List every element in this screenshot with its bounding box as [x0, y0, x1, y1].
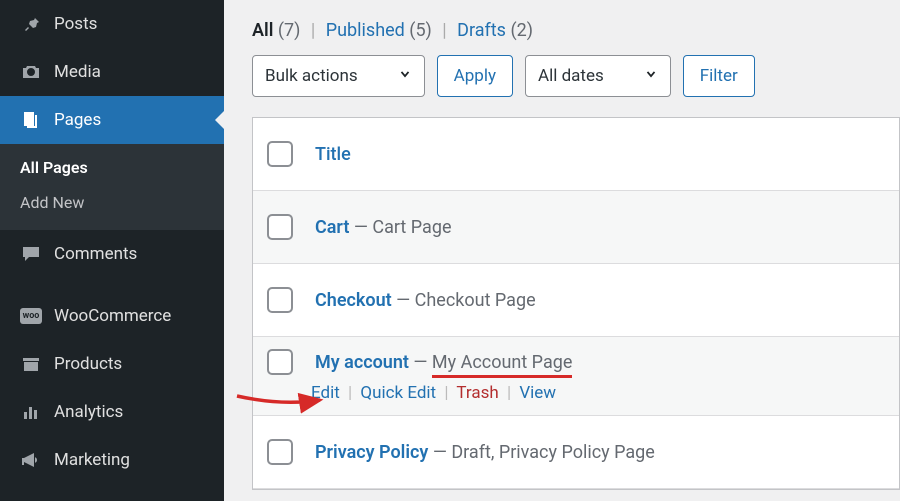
sidebar-item-comments[interactable]: Comments	[0, 230, 224, 278]
row-title-link[interactable]: Privacy Policy	[315, 442, 428, 463]
archive-icon	[18, 351, 44, 377]
pages-icon	[18, 107, 44, 133]
filter-drafts[interactable]: Drafts (2)	[457, 20, 533, 41]
action-bar: Bulk actions Apply All dates Filter	[252, 55, 900, 97]
camera-icon	[18, 59, 44, 85]
sidebar-item-label: Media	[54, 62, 101, 82]
chevron-down-icon	[398, 66, 412, 86]
row-action-quick-edit[interactable]: Quick Edit	[360, 383, 436, 403]
main-content: All (7) | Published (5) | Drafts (2) Bul…	[224, 0, 900, 501]
table-row[interactable]: My account — My Account Page Edit | Quic…	[253, 337, 899, 416]
select-all-checkbox[interactable]	[267, 141, 293, 167]
row-checkbox[interactable]	[267, 214, 293, 240]
apply-button[interactable]: Apply	[437, 55, 513, 97]
admin-sidebar: Posts Media Pages All Pages Add New Comm…	[0, 0, 224, 501]
sidebar-item-posts[interactable]: Posts	[0, 0, 224, 48]
bulk-actions-select[interactable]: Bulk actions	[252, 55, 425, 97]
sidebar-item-label: Pages	[54, 110, 101, 130]
row-checkbox[interactable]	[267, 349, 293, 375]
row-checkbox[interactable]	[267, 439, 293, 465]
row-state: — Checkout Page	[392, 290, 536, 311]
pages-table: Title Cart — Cart Page Checkout — Checko…	[252, 117, 900, 490]
sidebar-item-media[interactable]: Media	[0, 48, 224, 96]
row-title-link[interactable]: Checkout	[315, 290, 392, 311]
chevron-down-icon	[644, 66, 658, 86]
megaphone-icon	[18, 447, 44, 473]
sidebar-item-products[interactable]: Products	[0, 340, 224, 388]
table-header: Title	[253, 118, 899, 191]
row-state: — My Account Page	[409, 352, 572, 378]
sidebar-item-label: Posts	[54, 14, 97, 34]
sidebar-item-label: Comments	[54, 244, 137, 264]
status-filters: All (7) | Published (5) | Drafts (2)	[252, 20, 900, 41]
filter-button[interactable]: Filter	[683, 55, 755, 97]
sidebar-item-label: Marketing	[54, 450, 130, 470]
row-action-trash[interactable]: Trash	[456, 383, 498, 403]
woo-icon: woo	[18, 303, 44, 329]
date-filter-select[interactable]: All dates	[525, 55, 671, 97]
row-action-edit[interactable]: Edit	[311, 383, 340, 403]
row-action-view[interactable]: View	[519, 383, 556, 403]
row-actions: Edit | Quick Edit | Trash | View	[311, 383, 885, 403]
table-row[interactable]: Cart — Cart Page	[253, 191, 899, 264]
sidebar-item-woocommerce[interactable]: woo WooCommerce	[0, 292, 224, 340]
filter-all[interactable]: All (7)	[252, 20, 305, 41]
row-title-link[interactable]: Cart	[315, 217, 349, 238]
pin-icon	[18, 11, 44, 37]
sidebar-item-analytics[interactable]: Analytics	[0, 388, 224, 436]
sidebar-item-label: Analytics	[54, 402, 123, 422]
analytics-icon	[18, 399, 44, 425]
row-state: — Draft, Privacy Policy Page	[428, 442, 654, 463]
submenu-add-new[interactable]: Add New	[0, 185, 224, 220]
sidebar-item-marketing[interactable]: Marketing	[0, 436, 224, 484]
row-title-link[interactable]: My account	[315, 352, 409, 373]
sidebar-item-label: Products	[54, 354, 122, 374]
row-state: — Cart Page	[349, 217, 451, 238]
filter-published[interactable]: Published (5)	[326, 20, 437, 41]
comment-icon	[18, 241, 44, 267]
sidebar-item-pages[interactable]: Pages	[0, 96, 224, 144]
submenu-all-pages[interactable]: All Pages	[0, 150, 224, 185]
column-title[interactable]: Title	[315, 144, 885, 165]
table-row[interactable]: Checkout — Checkout Page	[253, 264, 899, 337]
table-row[interactable]: Privacy Policy — Draft, Privacy Policy P…	[253, 416, 899, 489]
row-checkbox[interactable]	[267, 287, 293, 313]
sidebar-submenu-pages: All Pages Add New	[0, 144, 224, 230]
sidebar-item-label: WooCommerce	[54, 306, 171, 326]
